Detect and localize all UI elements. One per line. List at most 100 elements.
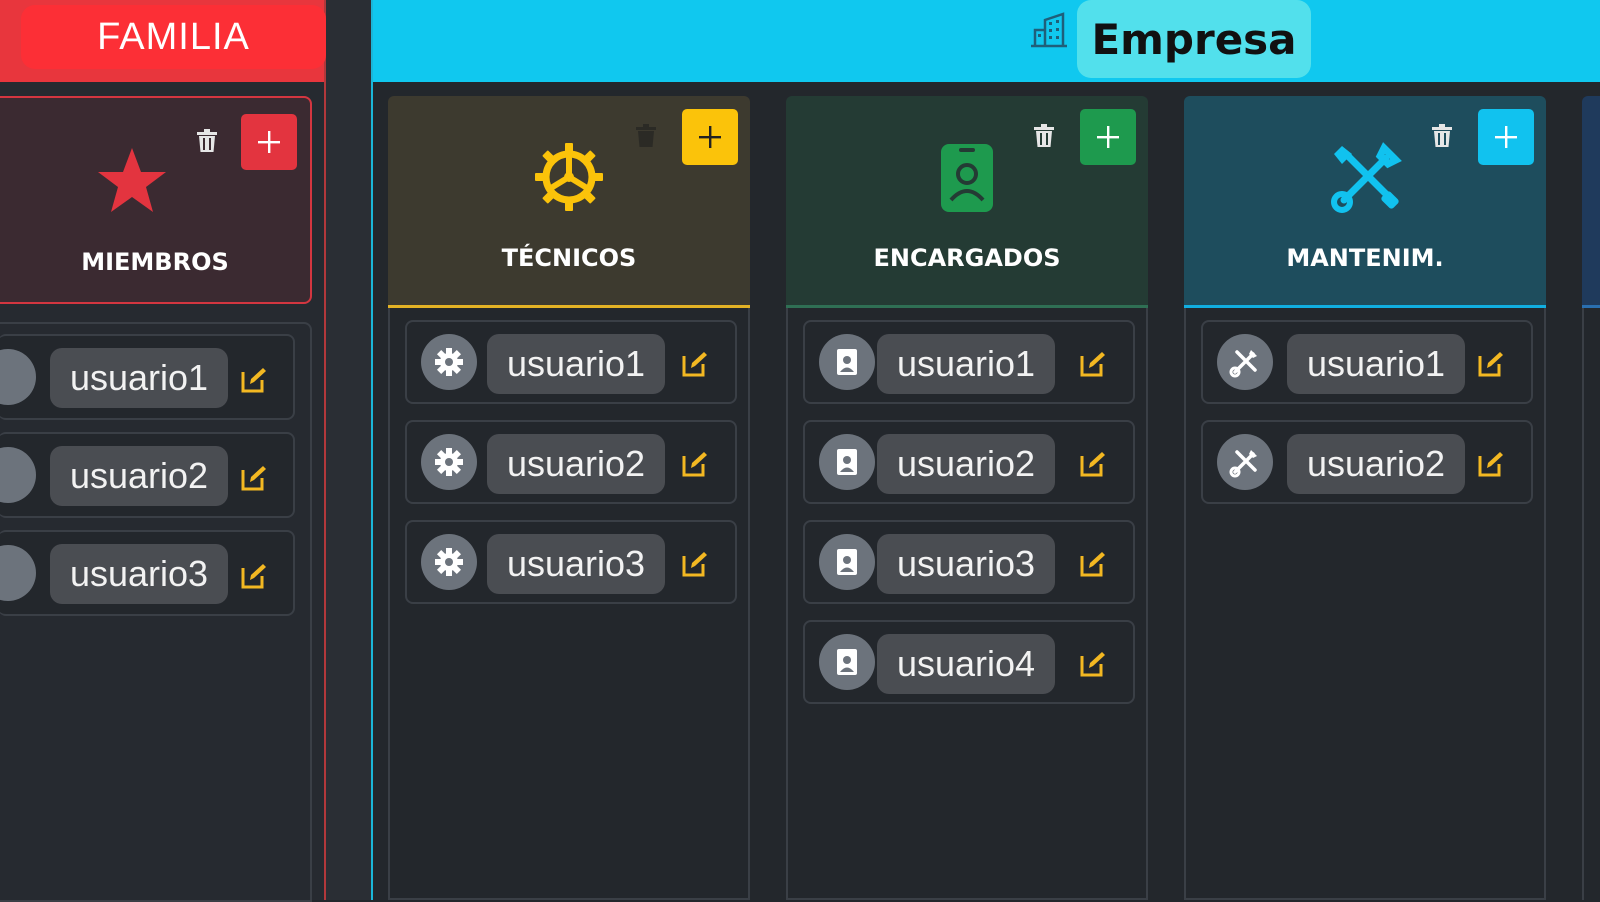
building-icon [1031, 12, 1067, 48]
user-name: usuario1 [1287, 334, 1465, 394]
list-item[interactable]: usuario2 [1201, 420, 1533, 504]
column-title-encargados: ENCARGADOS [873, 244, 1061, 272]
list-item[interactable]: usuario3 [803, 520, 1135, 604]
list-item[interactable]: usuario2 [405, 420, 737, 504]
panel-gutter [326, 0, 371, 900]
list-item[interactable]: usuario2 [0, 432, 295, 518]
gear-icon [435, 448, 463, 476]
avatar [0, 447, 36, 503]
column-next-partial [1582, 96, 1600, 900]
list-item[interactable]: usuario3 [0, 530, 295, 616]
column-body-encargados: usuario1 usuario2 usuario3 usuario4 [786, 308, 1148, 900]
edit-icon[interactable] [1477, 450, 1505, 478]
delete-button[interactable] [1022, 111, 1066, 161]
empresa-header: Empresa [373, 0, 1600, 82]
column-body-miembros: usuario1 usuario2 usuario3 [0, 322, 312, 902]
id-badge-icon [837, 449, 857, 475]
familia-title[interactable]: FAMILIA [21, 5, 326, 69]
add-button[interactable] [1478, 109, 1534, 165]
trash-icon [1432, 124, 1452, 147]
plus-icon [699, 126, 721, 148]
list-item[interactable]: usuario1 [405, 320, 737, 404]
id-badge-icon [941, 144, 993, 212]
user-name: usuario1 [50, 348, 228, 408]
add-button[interactable] [682, 109, 738, 165]
familia-panel: FAMILIA MIEMBROS usuario1 usuario2 usuar… [0, 0, 326, 902]
delete-button[interactable] [624, 111, 668, 161]
edit-icon[interactable] [1079, 650, 1107, 678]
edit-icon[interactable] [681, 550, 709, 578]
column-encargados: ENCARGADOS usuario1 usuario2 usuario3 us… [786, 96, 1148, 900]
star-icon [98, 148, 166, 212]
avatar [819, 634, 875, 690]
user-name: usuario2 [877, 434, 1055, 494]
edit-icon[interactable] [240, 464, 268, 492]
user-name: usuario2 [1287, 434, 1465, 494]
add-button[interactable] [1080, 109, 1136, 165]
list-item[interactable]: usuario3 [405, 520, 737, 604]
avatar [421, 534, 477, 590]
empresa-panel: Empresa TÉCNICOS usuario1 usuario2 usuar… [371, 0, 1600, 900]
list-item[interactable]: usuario1 [0, 334, 295, 420]
user-name: usuario1 [487, 334, 665, 394]
edit-icon[interactable] [240, 562, 268, 590]
user-name: usuario4 [877, 634, 1055, 694]
edit-icon[interactable] [1079, 550, 1107, 578]
trash-icon [1034, 124, 1054, 147]
column-title-tecnicos: TÉCNICOS [501, 244, 637, 272]
plus-icon [1097, 126, 1119, 148]
user-name: usuario1 [877, 334, 1055, 394]
tools-icon [1331, 142, 1402, 213]
column-body-partial [1582, 308, 1600, 900]
column-header-tecnicos: TÉCNICOS [388, 96, 750, 308]
edit-icon[interactable] [240, 366, 268, 394]
column-body-mantenim: usuario1 usuario2 [1184, 308, 1546, 900]
column-title-miembros: MIEMBROS [81, 248, 229, 276]
avatar [819, 334, 875, 390]
gear-icon [435, 348, 463, 376]
edit-icon[interactable] [681, 450, 709, 478]
avatar [0, 349, 36, 405]
tools-icon [1229, 450, 1257, 478]
user-name: usuario3 [487, 534, 665, 594]
list-item[interactable]: usuario1 [803, 320, 1135, 404]
delete-button[interactable] [185, 116, 229, 166]
avatar [0, 545, 36, 601]
list-item[interactable]: usuario4 [803, 620, 1135, 704]
plus-icon [258, 131, 280, 153]
column-body-tecnicos: usuario1 usuario2 usuario3 [388, 308, 750, 900]
avatar [819, 534, 875, 590]
edit-icon[interactable] [1079, 450, 1107, 478]
familia-header: FAMILIA [0, 0, 326, 82]
list-item[interactable]: usuario2 [803, 420, 1135, 504]
list-item[interactable]: usuario1 [1201, 320, 1533, 404]
tools-icon [1229, 350, 1257, 378]
column-miembros: MIEMBROS usuario1 usuario2 usuario3 [0, 96, 312, 902]
user-name: usuario2 [50, 446, 228, 506]
column-header-mantenim: MANTENIM. [1184, 96, 1546, 308]
column-header-encargados: ENCARGADOS [786, 96, 1148, 308]
gear-icon [435, 548, 463, 576]
column-header-miembros: MIEMBROS [0, 96, 312, 304]
edit-icon[interactable] [1079, 350, 1107, 378]
avatar [421, 334, 477, 390]
avatar [819, 434, 875, 490]
id-badge-icon [837, 649, 857, 675]
plus-icon [1495, 126, 1517, 148]
user-name: usuario3 [877, 534, 1055, 594]
gear-icon [535, 143, 603, 211]
edit-icon[interactable] [1477, 350, 1505, 378]
delete-button[interactable] [1420, 111, 1464, 161]
id-badge-icon [837, 349, 857, 375]
trash-icon [636, 124, 656, 147]
avatar [1217, 334, 1273, 390]
empresa-title[interactable]: Empresa [1077, 0, 1311, 78]
user-name: usuario2 [487, 434, 665, 494]
column-mantenim: MANTENIM. usuario1 usuario2 [1184, 96, 1546, 900]
avatar [1217, 434, 1273, 490]
trash-icon [197, 129, 217, 152]
id-badge-icon [837, 549, 857, 575]
edit-icon[interactable] [681, 350, 709, 378]
add-button[interactable] [241, 114, 297, 170]
avatar [421, 434, 477, 490]
